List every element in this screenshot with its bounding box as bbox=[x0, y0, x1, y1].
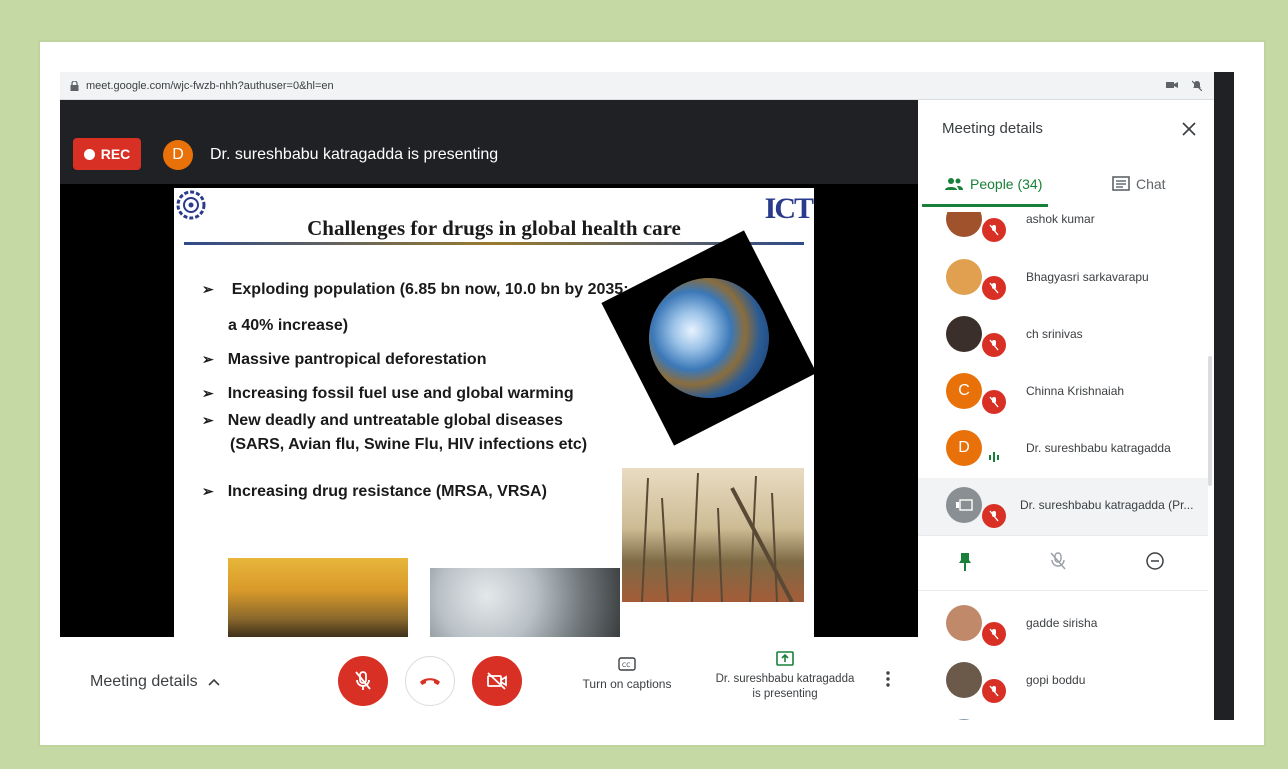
participant-name: ashok kumar bbox=[1026, 212, 1095, 226]
pin-icon[interactable] bbox=[958, 552, 972, 572]
captions-button[interactable]: CC Turn on captions bbox=[570, 657, 684, 691]
presentation-stage: ICT Challenges for drugs in global healt… bbox=[60, 184, 918, 637]
avatar bbox=[946, 212, 982, 237]
participant-actions bbox=[918, 535, 1208, 591]
participant-row[interactable]: Dr. sureshbabu katragadda (Pr... bbox=[918, 478, 1208, 535]
avatar bbox=[946, 605, 982, 641]
title-divider bbox=[184, 242, 804, 245]
microphone-toggle-button[interactable] bbox=[338, 656, 388, 706]
avatar bbox=[946, 487, 982, 523]
meet-window: meet.google.com/wjc-fwzb-nhh?authuser=0&… bbox=[60, 72, 1234, 720]
participants-scrollbar[interactable] bbox=[1208, 356, 1212, 486]
camera-off-icon bbox=[487, 672, 507, 690]
recording-badge: REC bbox=[73, 138, 141, 170]
speaking-indicator-icon bbox=[989, 452, 999, 462]
notifications-off-icon[interactable] bbox=[1192, 80, 1202, 91]
address-bar[interactable]: meet.google.com/wjc-fwzb-nhh?authuser=0&… bbox=[60, 72, 1214, 100]
participant-name: gadde sirisha bbox=[1026, 616, 1098, 630]
deforestation-photo bbox=[622, 468, 804, 602]
bullet-item: ➢ Increasing fossil fuel use and global w… bbox=[202, 385, 574, 402]
bullet-item: ➢ New deadly and untreatable global disea… bbox=[202, 412, 563, 429]
participants-list[interactable]: ashok kumar Bhagyasri sarkavarapu ch sri… bbox=[918, 212, 1208, 720]
url-text[interactable]: meet.google.com/wjc-fwzb-nhh?authuser=0&… bbox=[86, 80, 334, 92]
lock-icon bbox=[70, 80, 79, 91]
participant-row[interactable]: Bhagyasri sarkavarapu bbox=[918, 250, 1208, 307]
present-screen-icon bbox=[776, 651, 794, 666]
panel-title: Meeting details bbox=[942, 120, 1043, 137]
avatar bbox=[946, 662, 982, 698]
muted-icon bbox=[982, 276, 1006, 300]
present-now-button[interactable]: Dr. sureshbabu katragadda is presenting bbox=[700, 651, 870, 702]
participant-row[interactable]: ashok kumar bbox=[918, 212, 1208, 249]
mute-participant-icon[interactable] bbox=[1050, 552, 1066, 570]
muted-icon bbox=[982, 679, 1006, 703]
muted-icon bbox=[982, 333, 1006, 357]
close-icon[interactable] bbox=[1182, 122, 1196, 136]
participant-name: Dr. sureshbabu katragadda (Pr... bbox=[1020, 498, 1194, 512]
leave-call-button[interactable] bbox=[405, 656, 455, 706]
active-tab-indicator bbox=[922, 204, 1048, 207]
chevron-up-icon bbox=[208, 678, 220, 686]
camera-icon[interactable] bbox=[1166, 80, 1178, 90]
people-icon bbox=[945, 178, 963, 190]
presentation-slide: ICT Challenges for drugs in global healt… bbox=[174, 188, 814, 637]
avatar bbox=[946, 719, 982, 720]
hang-up-icon bbox=[420, 678, 440, 685]
presenter-avatar: D bbox=[163, 140, 193, 170]
participant-name: Dr. sureshbabu katragadda bbox=[1026, 441, 1171, 455]
avatar bbox=[946, 259, 982, 295]
presenter-status: Dr. sureshbabu katragadda is presenting bbox=[210, 146, 499, 163]
muted-icon bbox=[982, 218, 1006, 242]
participant-row[interactable]: C Chinna Krishnaiah bbox=[918, 364, 1208, 421]
participant-name: Bhagyasri sarkavarapu bbox=[1026, 270, 1149, 284]
svg-text:CC: CC bbox=[622, 662, 630, 669]
avatar bbox=[946, 316, 982, 352]
bullet-item: ➢ Increasing drug resistance (MRSA, VRSA) bbox=[202, 483, 547, 500]
closed-captions-icon: CC bbox=[618, 657, 636, 671]
meeting-top-bar: REC D Dr. sureshbabu katragadda is prese… bbox=[60, 100, 918, 184]
wildfire-photo bbox=[228, 558, 408, 637]
participant-name: gopi boddu bbox=[1026, 673, 1086, 687]
meeting-details-panel: Meeting details People (34) Chat ashok k… bbox=[918, 100, 1214, 720]
tab-people[interactable]: People (34) bbox=[944, 176, 1042, 192]
bullet-item: ➢ Massive pantropical deforestation bbox=[202, 351, 487, 368]
bullet-continuation: (SARS, Avian flu, Swine Flu, HIV infecti… bbox=[230, 436, 588, 453]
participant-row[interactable]: gadde sirisha bbox=[918, 596, 1208, 653]
mic-off-icon bbox=[355, 671, 371, 690]
muted-icon bbox=[982, 504, 1006, 528]
tab-chat[interactable]: Chat bbox=[1112, 176, 1166, 192]
chat-icon bbox=[1112, 176, 1130, 191]
participant-row[interactable]: ch srinivas bbox=[918, 307, 1208, 364]
participant-name: ch srinivas bbox=[1026, 327, 1083, 341]
earth-image bbox=[601, 230, 814, 446]
participant-row[interactable]: D Dr. sureshbabu katragadda bbox=[918, 421, 1208, 478]
avatar: D bbox=[946, 430, 982, 466]
meeting-details-toggle[interactable]: Meeting details bbox=[90, 673, 220, 691]
record-dot-icon bbox=[83, 148, 95, 160]
avatar: C bbox=[946, 373, 982, 409]
rec-label: REC bbox=[100, 146, 131, 162]
muted-icon bbox=[982, 390, 1006, 414]
bullet-continuation: a 40% increase) bbox=[228, 317, 349, 334]
call-controls-bar: Meeting details CC Turn on captions Dr. … bbox=[60, 637, 918, 720]
slide-title: Challenges for drugs in global health ca… bbox=[307, 216, 681, 240]
muted-icon bbox=[982, 622, 1006, 646]
participant-row[interactable] bbox=[918, 710, 1208, 720]
smoke-photo bbox=[430, 568, 620, 637]
camera-toggle-button[interactable] bbox=[472, 656, 522, 706]
bullet-item: ➢ Exploding population (6.85 bn now, 10.0… bbox=[202, 281, 629, 298]
participant-name: Chinna Krishnaiah bbox=[1026, 384, 1125, 398]
presentation-icon bbox=[956, 499, 973, 511]
remove-participant-icon[interactable] bbox=[1146, 552, 1164, 570]
more-options-icon[interactable] bbox=[886, 671, 890, 687]
participant-row[interactable]: gopi boddu bbox=[918, 653, 1208, 710]
